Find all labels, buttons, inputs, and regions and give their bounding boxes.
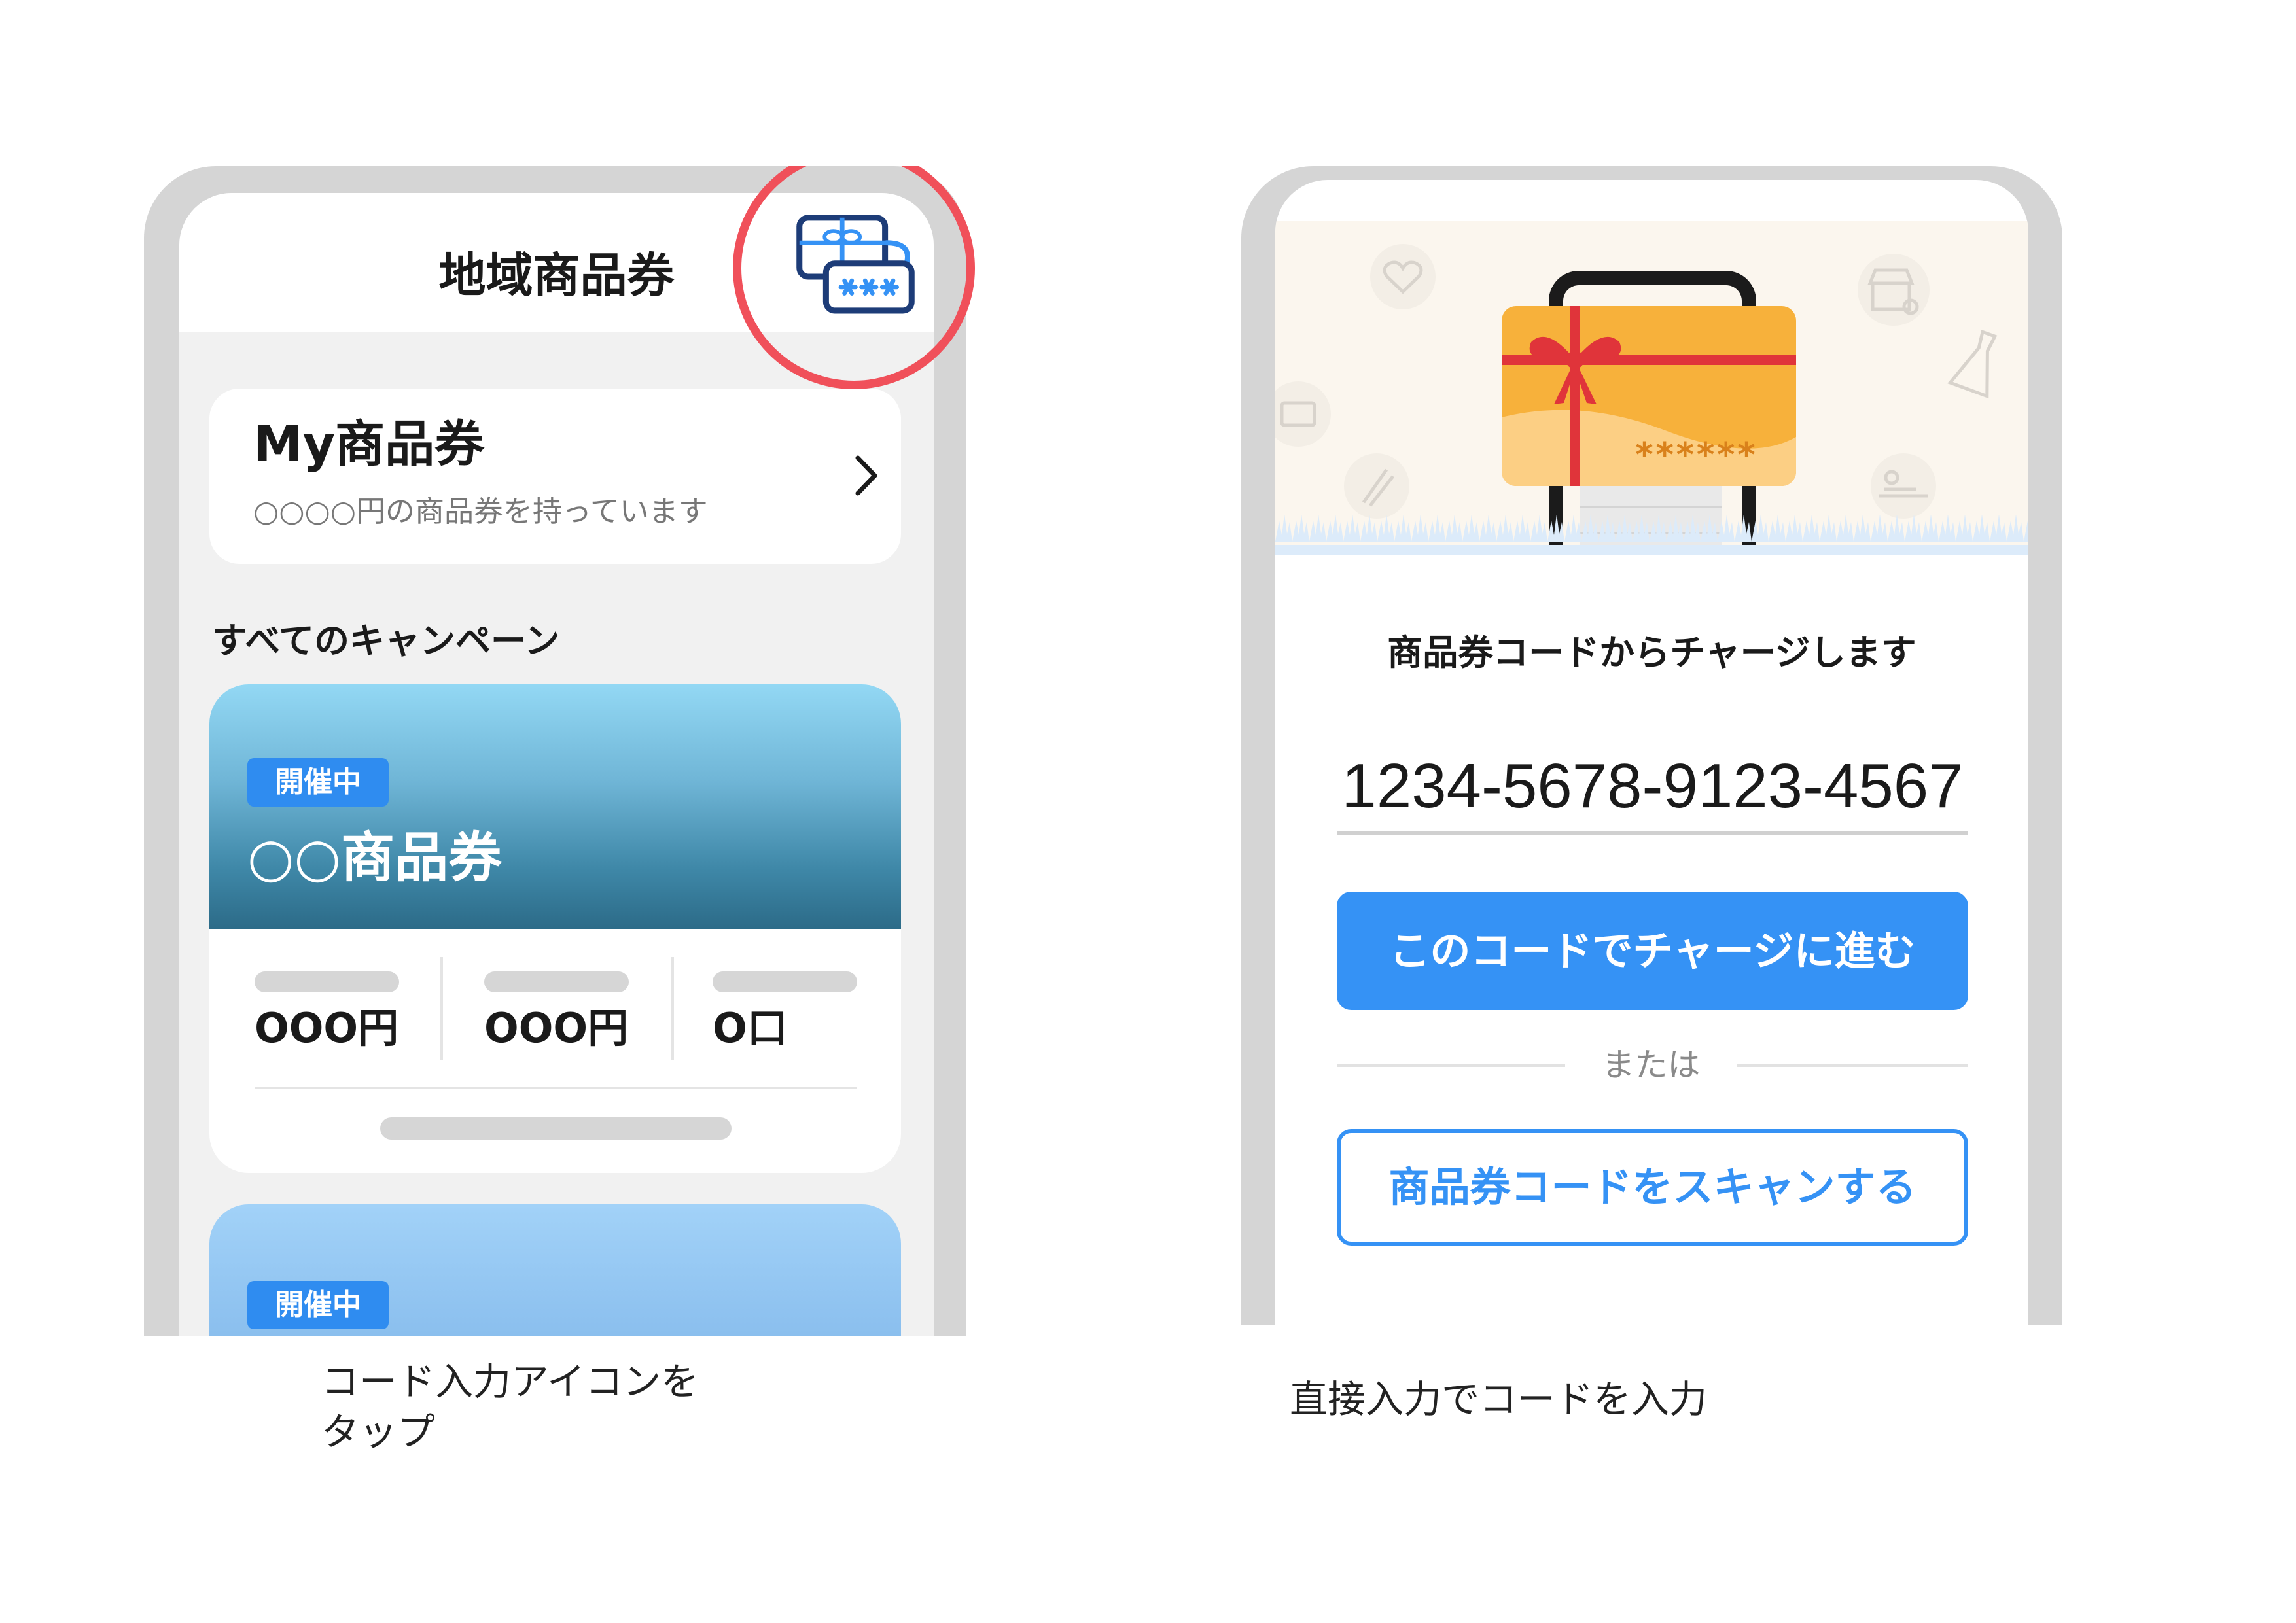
voucher-code-input[interactable]: 1234-5678-9123-4567 bbox=[1337, 750, 1968, 822]
charge-with-code-button[interactable]: このコードでチャージに進む bbox=[1337, 892, 1968, 1010]
campaign-card[interactable]: 開催中 ○○商品券 OOO円 OOO円 O口 bbox=[209, 684, 901, 1173]
scan-code-button[interactable]: 商品券コードをスキャンする bbox=[1337, 1129, 1968, 1246]
section-title-all-campaigns: すべてのキャンペーン bbox=[212, 620, 560, 661]
stat-divider bbox=[671, 957, 674, 1060]
caption-line: コード入力アイコンを bbox=[321, 1359, 699, 1404]
campaign-card[interactable]: 開催中 bbox=[209, 1204, 901, 1336]
text-placeholder-pill bbox=[380, 1117, 732, 1140]
gift-card-graphic: ****** bbox=[1502, 306, 1796, 486]
store-icon bbox=[1858, 254, 1930, 326]
right-caption: 直接入力でコードを入力 bbox=[1290, 1377, 1708, 1422]
campaign-banner bbox=[209, 684, 901, 929]
gift-card-code-icon[interactable] bbox=[795, 213, 916, 317]
stat-label-placeholder bbox=[484, 971, 629, 992]
status-badge: 開催中 bbox=[247, 758, 389, 807]
phone-screen: ****** 商品券コードからチャージします 1234-5678-9123-45… bbox=[1275, 180, 2028, 1325]
card-divider bbox=[255, 1087, 857, 1089]
stat-value: OOO円 bbox=[484, 1004, 629, 1052]
stat-divider bbox=[440, 957, 443, 1060]
left-phone-screenshot: 地域商品券 My商品券 ○○○○円の商品券を持っています すべてのキャンペーン … bbox=[144, 166, 979, 1336]
slot-line bbox=[1580, 506, 1722, 508]
my-voucher-balance: ○○○○円の商品券を持っています bbox=[253, 494, 708, 529]
caption-line: タップ bbox=[321, 1410, 436, 1454]
my-voucher-card[interactable]: My商品券 ○○○○円の商品券を持っています bbox=[209, 389, 901, 564]
status-badge: 開催中 bbox=[247, 1281, 389, 1329]
right-phone-screenshot: ****** 商品券コードからチャージします 1234-5678-9123-45… bbox=[1241, 166, 2062, 1325]
stat-value: O口 bbox=[713, 1004, 788, 1052]
card-code-mask: ****** bbox=[1635, 436, 1757, 475]
gift-card-illustration: ****** bbox=[1275, 221, 2028, 555]
heart-icon bbox=[1370, 244, 1436, 309]
stat-label-placeholder bbox=[713, 971, 857, 992]
ticket-icon bbox=[1275, 381, 1331, 447]
input-underline bbox=[1337, 831, 1968, 835]
dress-icon bbox=[1947, 329, 1998, 399]
chevron-right-icon bbox=[855, 455, 877, 496]
instruction-text: 商品券コードからチャージします bbox=[1387, 632, 1916, 673]
my-voucher-title: My商品券 bbox=[253, 415, 485, 473]
stat-value: OOO円 bbox=[255, 1004, 399, 1052]
left-caption: コード入力アイコンを タップ bbox=[321, 1357, 699, 1457]
divider-line bbox=[1337, 1064, 1565, 1067]
or-divider-text: または bbox=[1602, 1046, 1701, 1084]
divider-line bbox=[1737, 1064, 1968, 1067]
grass-decoration bbox=[1275, 515, 2028, 555]
stat-label-placeholder bbox=[255, 971, 399, 992]
campaign-name: ○○商品券 bbox=[247, 827, 503, 889]
